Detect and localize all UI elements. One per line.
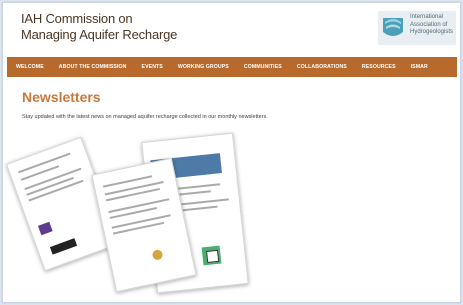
nav-about[interactable]: ABOUT THE COMMISSION: [59, 64, 127, 70]
badge-icon: [151, 248, 164, 261]
nav-ismar[interactable]: ISMAR: [411, 64, 428, 70]
iah-logo-text: International Association of Hydrogeolog…: [410, 14, 454, 35]
site-title[interactable]: IAH Commission on Managing Aquifer Recha…: [21, 11, 177, 43]
nav-collaborations[interactable]: COLLABORATIONS: [297, 64, 347, 70]
page-intro: Stay updated with the latest news on man…: [22, 114, 268, 120]
qr-code-icon: [201, 245, 222, 266]
nav-working-groups[interactable]: WORKING GROUPS: [178, 64, 229, 70]
nav-communities[interactable]: COMMUNITIES: [244, 64, 282, 70]
iah-logo[interactable]: International Association of Hydrogeolog…: [378, 11, 456, 45]
nav-resources[interactable]: RESOURCES: [362, 64, 396, 70]
browser-frame: IAH Commission on Managing Aquifer Recha…: [2, 2, 461, 303]
nav-welcome[interactable]: WELCOME: [16, 64, 44, 70]
newsletter-logo-icon: [37, 221, 53, 236]
nav-events[interactable]: EVENTS: [142, 64, 163, 70]
newsletter-collage: [5, 132, 253, 294]
iah-logo-icon: [383, 18, 403, 36]
page-title: Newsletters: [22, 89, 101, 105]
main-navigation: WELCOME ABOUT THE COMMISSION EVENTS WORK…: [7, 57, 457, 77]
site-header: IAH Commission on Managing Aquifer Recha…: [3, 3, 460, 55]
site-title-line2: Managing Aquifer Recharge: [21, 27, 178, 42]
site-title-line1: IAH Commission on: [21, 11, 133, 26]
sponsor-logo-icon: [49, 238, 78, 255]
